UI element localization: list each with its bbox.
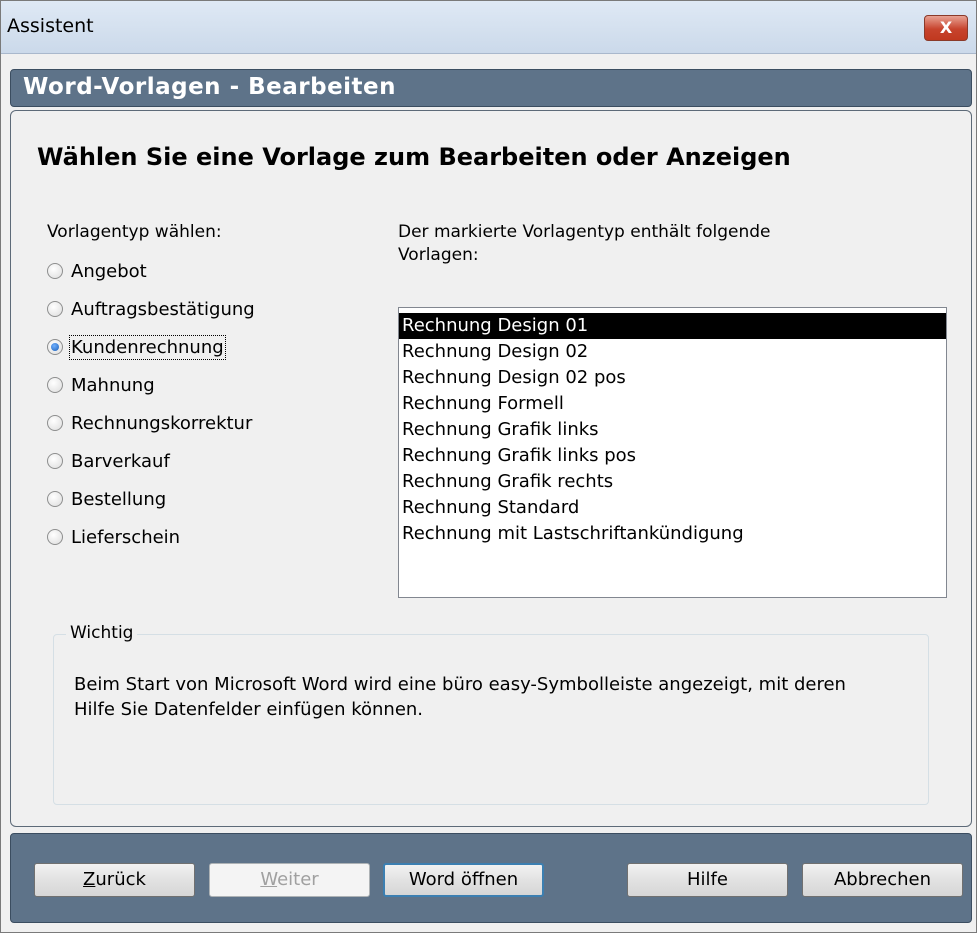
templates-list-label-line1: Der markierte Vorlagentyp enthält folgen… (398, 222, 771, 242)
template-type-option[interactable]: Lieferschein (47, 524, 180, 550)
template-type-option[interactable]: Mahnung (47, 372, 155, 398)
next-mnemonic: W (260, 869, 278, 890)
notice-text: Beim Start von Microsoft Word wird eine … (74, 672, 924, 722)
radio-button[interactable] (47, 339, 63, 355)
radio-label: Kundenrechnung (69, 334, 226, 360)
template-list-item[interactable]: Rechnung mit Lastschriftankündigung (399, 521, 946, 547)
notice-line-2: Hilfe Sie Datenfelder einfügen können. (74, 699, 424, 720)
template-list-item[interactable]: Rechnung Formell (399, 391, 946, 417)
close-button[interactable]: X (924, 15, 968, 41)
templates-list-label-line2: Vorlagen: (398, 245, 479, 265)
back-mnemonic: Z (83, 869, 96, 890)
radio-button[interactable] (47, 301, 63, 317)
template-type-option[interactable]: Rechnungskorrektur (47, 410, 252, 436)
radio-button[interactable] (47, 263, 63, 279)
radio-label: Bestellung (71, 488, 167, 510)
back-label: urück (95, 869, 146, 890)
wizard-header: Word-Vorlagen - Bearbeiten (10, 69, 972, 107)
radio-button[interactable] (47, 529, 63, 545)
template-list-item[interactable]: Rechnung Standard (399, 495, 946, 521)
template-type-option[interactable]: Bestellung (47, 486, 166, 512)
cancel-button[interactable]: Abbrechen (802, 863, 963, 897)
template-type-option[interactable]: Angebot (47, 258, 147, 284)
next-button[interactable]: Weiter (209, 863, 370, 897)
close-icon: X (939, 18, 953, 37)
template-list-item[interactable]: Rechnung Grafik links (399, 417, 946, 443)
open-word-button[interactable]: Word öffnen (383, 863, 544, 897)
radio-label: Mahnung (71, 374, 155, 396)
templates-listbox[interactable]: Rechnung Design 01 Rechnung Design 02 Rech… (398, 307, 947, 598)
window-title: Assistent (7, 15, 94, 37)
next-label: eiter (277, 869, 319, 890)
template-type-option[interactable]: Kundenrechnung (47, 334, 226, 360)
radio-button[interactable] (47, 415, 63, 431)
template-type-option[interactable]: Barverkauf (47, 448, 170, 474)
back-button[interactable]: Zurück (34, 863, 195, 897)
notice-line-1: Beim Start von Microsoft Word wird eine … (74, 674, 846, 695)
radio-label: Rechnungskorrektur (71, 412, 253, 434)
radio-button[interactable] (47, 491, 63, 507)
radio-button[interactable] (47, 453, 63, 469)
radio-label: Auftragsbestätigung (71, 298, 255, 320)
template-list-item[interactable]: Rechnung Grafik rechts (399, 469, 946, 495)
help-button[interactable]: Hilfe (627, 863, 788, 897)
template-type-option[interactable]: Auftragsbestätigung (47, 296, 255, 322)
template-list-item[interactable]: Rechnung Design 02 (399, 339, 946, 365)
template-list-item[interactable]: Rechnung Grafik links pos (399, 443, 946, 469)
wizard-title: Word-Vorlagen - Bearbeiten (23, 74, 397, 100)
title-bar[interactable]: Assistent X (1, 1, 976, 54)
template-list-item[interactable]: Rechnung Design 01 (399, 313, 946, 339)
template-type-label: Vorlagentyp wählen: (47, 222, 222, 242)
template-list-item[interactable]: Rechnung Design 02 pos (399, 365, 946, 391)
notice-title: Wichtig (66, 623, 138, 643)
radio-button[interactable] (47, 377, 63, 393)
radio-label: Lieferschein (71, 526, 181, 548)
page-heading: Wählen Sie eine Vorlage zum Bearbeiten o… (37, 143, 791, 171)
radio-label: Barverkauf (71, 450, 170, 472)
radio-label: Angebot (71, 260, 147, 282)
